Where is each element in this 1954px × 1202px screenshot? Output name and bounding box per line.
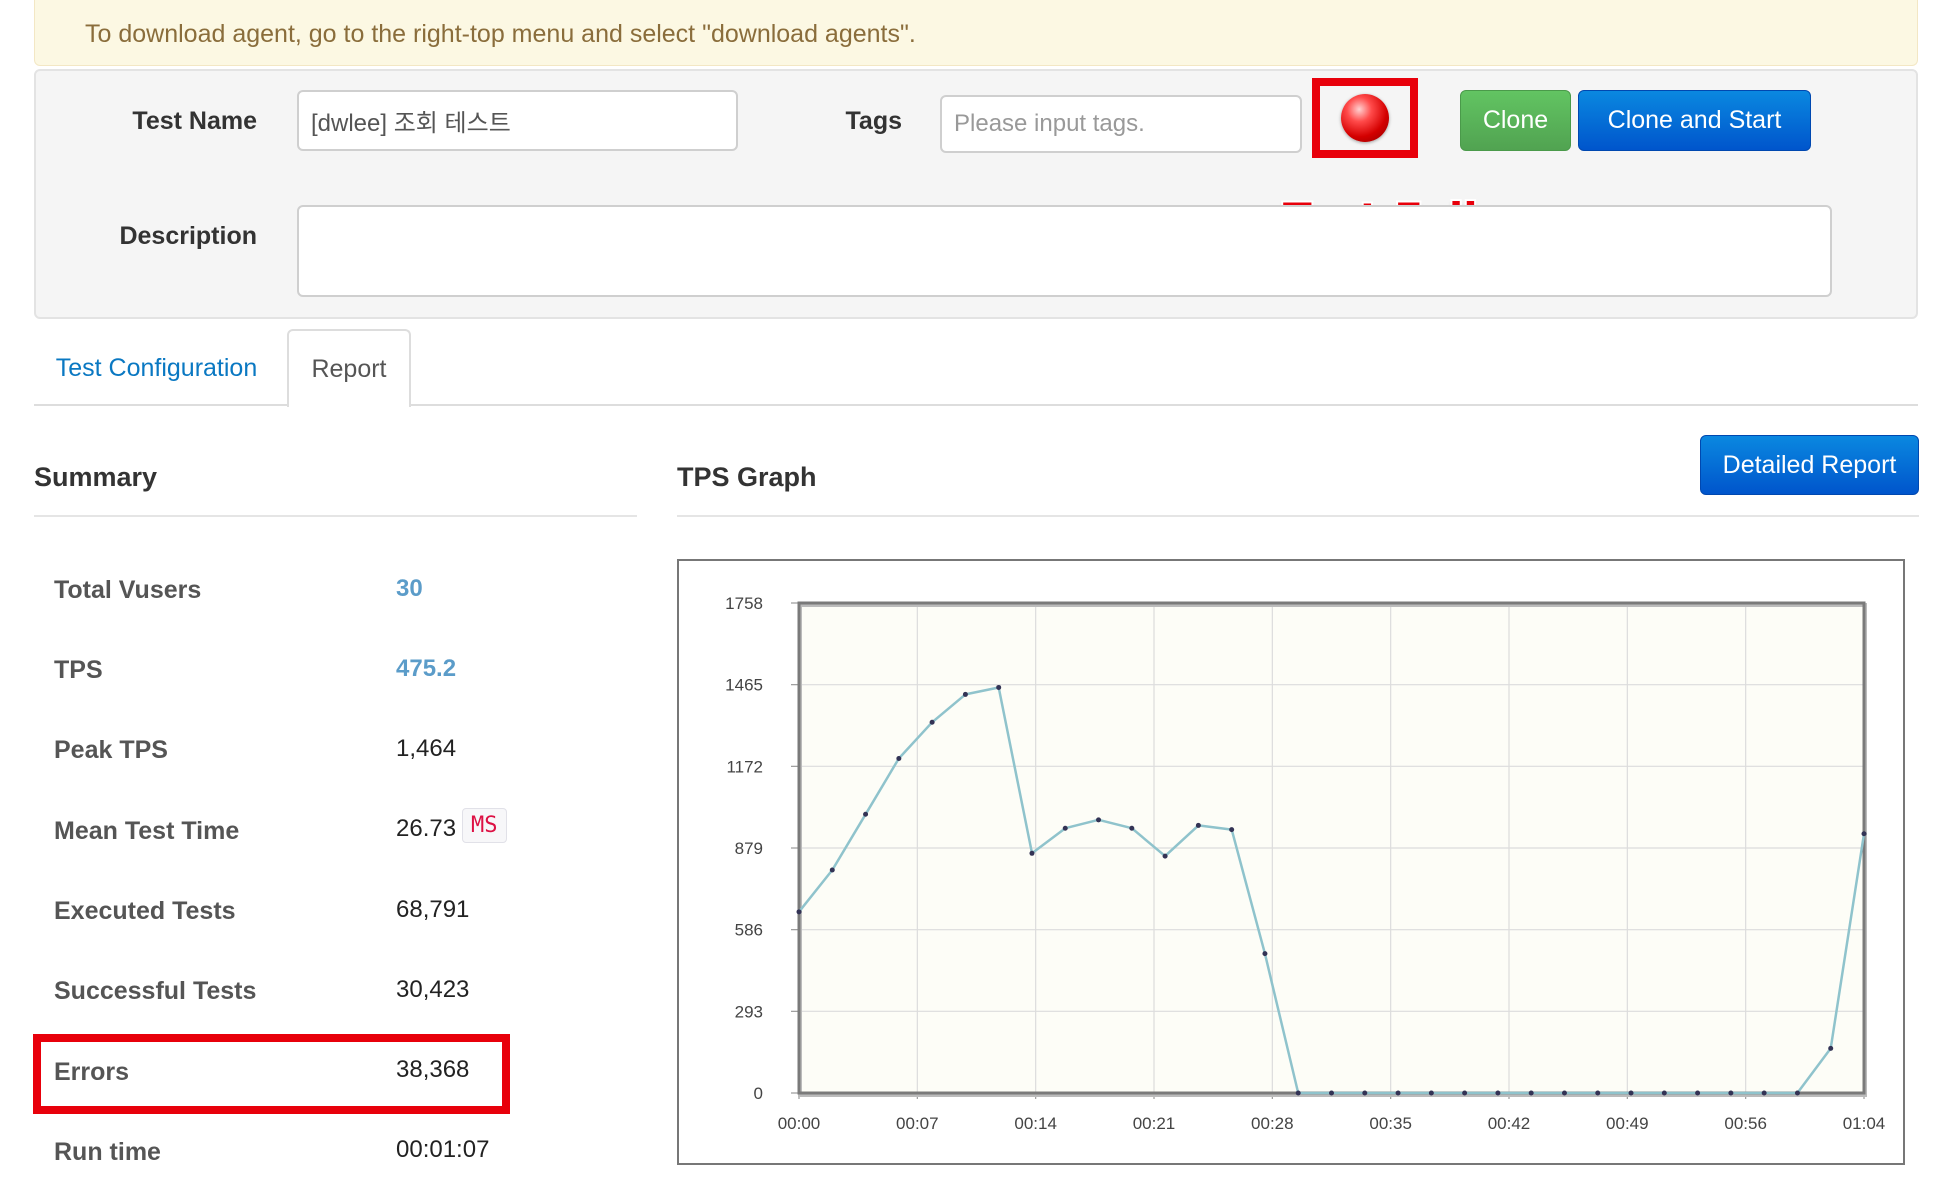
test-name-input[interactable]: [dwlee] 조회 테스트 bbox=[297, 90, 738, 151]
data-point bbox=[1628, 1090, 1634, 1096]
tps-graph-frame: 00:00 00:07 00:14 00:21 00:28 00:35 00:42 00:49… bbox=[677, 559, 1905, 1165]
executed-tests-label: Executed Tests bbox=[54, 897, 236, 925]
errors-value: 38,368 bbox=[396, 1056, 470, 1083]
data-point bbox=[1096, 817, 1102, 823]
data-point bbox=[996, 684, 1002, 690]
summary-heading: Summary bbox=[34, 462, 158, 492]
data-point bbox=[1162, 853, 1168, 859]
x-tick-label: 00:00 bbox=[778, 1114, 821, 1133]
tps-value[interactable]: 475.2 bbox=[396, 655, 456, 683]
y-tick-label: 1172 bbox=[726, 757, 763, 776]
data-point bbox=[1029, 850, 1035, 856]
test-name-label: Test Name bbox=[132, 107, 257, 135]
data-point bbox=[1229, 827, 1235, 833]
y-tick-label: 586 bbox=[735, 921, 763, 940]
data-point bbox=[829, 867, 835, 873]
data-point bbox=[1794, 1090, 1800, 1096]
tps-line-chart: 00:00 00:07 00:14 00:21 00:28 00:35 00:42 00:49… bbox=[725, 594, 1886, 1133]
data-point bbox=[1528, 1090, 1534, 1096]
x-tick-label: 00:35 bbox=[1369, 1114, 1412, 1133]
data-point bbox=[1561, 1090, 1567, 1096]
run-time-label: Run time bbox=[54, 1138, 161, 1166]
data-point bbox=[1195, 822, 1201, 828]
successful-tests-label: Successful Tests bbox=[54, 977, 257, 1005]
data-point bbox=[962, 691, 968, 697]
run-time-value: 00:01:07 bbox=[396, 1136, 490, 1163]
tab-test-configuration[interactable]: Test Configuration bbox=[44, 331, 269, 406]
notice-text: To download agent, go to the right-top m… bbox=[85, 20, 916, 48]
tags-input[interactable]: Please input tags. bbox=[940, 95, 1302, 153]
y-tick-label: 0 bbox=[754, 1084, 763, 1103]
data-point bbox=[1262, 951, 1268, 957]
tab-report[interactable]: Report bbox=[287, 329, 411, 407]
mean-test-time-value: 26.73 bbox=[396, 815, 457, 842]
detailed-report-button[interactable]: Detailed Report bbox=[1700, 435, 1919, 495]
y-tick-label: 1465 bbox=[725, 676, 763, 695]
x-tick-label: 00:28 bbox=[1251, 1114, 1294, 1133]
y-tick-label: 293 bbox=[735, 1002, 763, 1021]
total-vusers-value[interactable]: 30 bbox=[396, 575, 423, 603]
data-point bbox=[1129, 825, 1135, 831]
data-point bbox=[1295, 1090, 1301, 1096]
peak-tps-value: 1,464 bbox=[396, 735, 457, 762]
tags-label: Tags bbox=[845, 107, 903, 135]
summary-divider bbox=[34, 515, 637, 517]
data-point bbox=[1595, 1090, 1601, 1096]
download-agent-notice: To download agent, go to the right-top m… bbox=[34, 0, 1918, 66]
graph-divider bbox=[677, 515, 1919, 517]
clone-button[interactable]: Clone bbox=[1460, 90, 1571, 151]
data-point bbox=[1395, 1090, 1401, 1096]
errors-label: Errors bbox=[54, 1058, 130, 1086]
y-tick-label: 879 bbox=[735, 839, 763, 858]
data-point bbox=[1828, 1045, 1834, 1051]
clone-and-start-button[interactable]: Clone and Start bbox=[1578, 90, 1811, 151]
test-status-indicator[interactable] bbox=[1312, 78, 1418, 158]
y-tick-label: 1758 bbox=[725, 594, 763, 613]
data-point bbox=[1362, 1090, 1368, 1096]
data-point bbox=[796, 909, 802, 915]
x-tick-label: 00:49 bbox=[1606, 1114, 1649, 1133]
x-tick-label: 00:42 bbox=[1488, 1114, 1531, 1133]
total-vusers-label: Total Vusers bbox=[54, 576, 202, 604]
x-tick-label: 00:56 bbox=[1724, 1114, 1767, 1133]
tps-graph-heading: TPS Graph bbox=[677, 462, 817, 492]
x-tick-label: 00:07 bbox=[896, 1114, 939, 1133]
data-point bbox=[929, 719, 935, 725]
data-point bbox=[1861, 831, 1867, 837]
data-point bbox=[1728, 1090, 1734, 1096]
peak-tps-label: Peak TPS bbox=[54, 736, 168, 764]
ms-unit-badge: MS bbox=[462, 808, 507, 843]
test-name-value: [dwlee] 조회 테스트 bbox=[311, 110, 511, 137]
data-point bbox=[1462, 1090, 1468, 1096]
data-point bbox=[1495, 1090, 1501, 1096]
data-point bbox=[1661, 1090, 1667, 1096]
data-point bbox=[896, 756, 902, 762]
mean-test-time-label: Mean Test Time bbox=[54, 817, 240, 845]
data-point bbox=[1428, 1090, 1434, 1096]
status-failed-icon bbox=[1341, 94, 1389, 142]
data-point bbox=[1329, 1090, 1334, 1096]
data-point bbox=[1761, 1090, 1767, 1096]
description-label: Description bbox=[119, 222, 257, 250]
x-tick-label: 00:14 bbox=[1014, 1114, 1057, 1133]
x-tick-label: 01:04 bbox=[1843, 1114, 1886, 1133]
data-point bbox=[1062, 825, 1068, 831]
data-point bbox=[863, 811, 869, 817]
description-textarea[interactable] bbox=[297, 205, 1832, 297]
tags-placeholder: Please input tags. bbox=[954, 110, 1145, 137]
tps-label: TPS bbox=[54, 656, 103, 684]
successful-tests-value: 30,423 bbox=[396, 976, 470, 1003]
x-tick-label: 00:21 bbox=[1133, 1114, 1176, 1133]
data-point bbox=[1695, 1090, 1701, 1096]
executed-tests-value: 68,791 bbox=[396, 896, 470, 923]
